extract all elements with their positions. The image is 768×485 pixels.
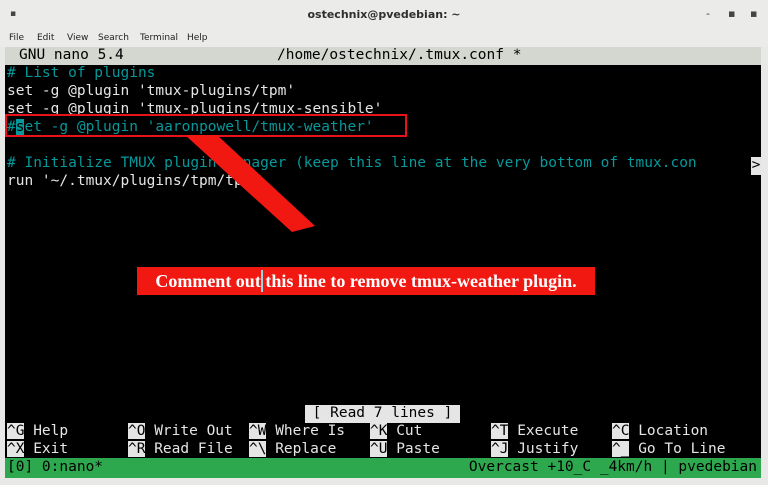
tmux-status-bar: [0] 0:nano* Overcast +10_C _4km/h | pved… — [5, 458, 761, 478]
shortcut-where-is[interactable]: ^W Where Is — [249, 423, 345, 441]
terminal-area[interactable]: GNU nano 5.4 /home/ostechnix/.tmux.conf … — [5, 47, 761, 478]
status-message: [ Read 7 lines ] — [305, 405, 460, 423]
shortcut-cut[interactable]: ^K Cut — [370, 423, 422, 441]
annotation-callout: Comment out this line to remove tmux-wea… — [137, 267, 595, 295]
shortcut-help[interactable]: ^G Help — [7, 423, 68, 441]
menu-bar: File Edit View Search Terminal Help — [0, 31, 768, 47]
shortcut-exit[interactable]: ^X Exit — [7, 441, 68, 459]
annotation-part2: this line to remove tmux-weather plugin. — [265, 271, 577, 291]
minimize-button[interactable]: - — [706, 7, 710, 20]
shortcut-execute[interactable]: ^T Execute — [491, 423, 578, 441]
menu-file[interactable]: File — [9, 33, 24, 43]
shortcut-location[interactable]: ^C Location — [612, 423, 708, 441]
tmux-status-right: Overcast +10_C _4km/h | pvedebian — [468, 459, 757, 475]
menu-help[interactable]: Help — [187, 33, 208, 43]
shortcut-replace[interactable]: ^\ Replace — [249, 441, 336, 459]
shortcut-paste[interactable]: ^U Paste — [370, 441, 440, 459]
shortcut-justify[interactable]: ^J Justify — [491, 441, 578, 459]
maximize-button[interactable]: ▪ — [728, 7, 735, 20]
tmux-window-list[interactable]: [0] 0:nano* — [7, 459, 103, 477]
shortcut-read-file[interactable]: ^R Read File — [128, 441, 233, 459]
annotation-cursor-mark — [261, 270, 263, 292]
annotation-part1: Comment out — [155, 271, 266, 291]
menu-view[interactable]: View — [67, 33, 88, 43]
window-title: ostechnix@pvedebian: ~ — [307, 8, 461, 21]
menu-terminal[interactable]: Terminal — [140, 33, 178, 43]
shortcut-write-out[interactable]: ^O Write Out — [128, 423, 233, 441]
close-button[interactable]: ▪ — [750, 7, 757, 20]
window-titlebar: ▪ ostechnix@pvedebian: ~ - ▪ ▪ — [0, 0, 768, 31]
shortcut-go-to-line[interactable]: ^_ Go To Line — [612, 441, 726, 459]
menu-search[interactable]: Search — [98, 33, 129, 43]
menu-edit[interactable]: Edit — [37, 33, 54, 43]
